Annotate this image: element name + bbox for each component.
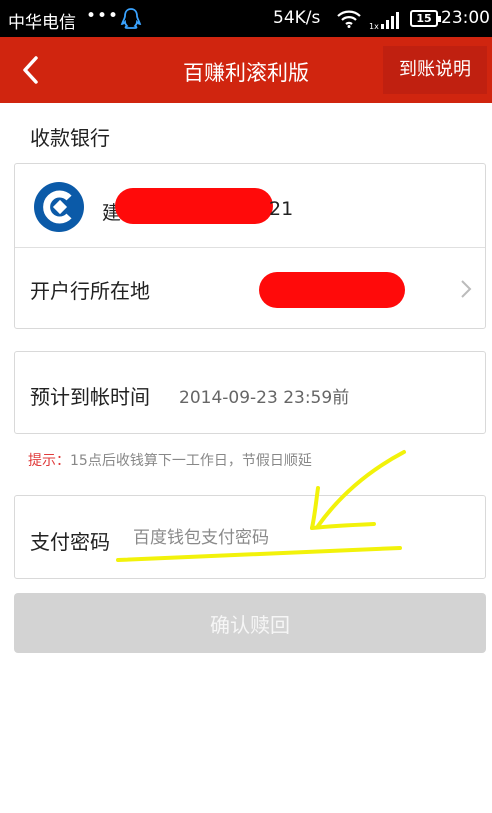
clock: 23:00 [441, 8, 490, 28]
redaction-mark [115, 188, 273, 224]
account-number-suffix: 21 [269, 198, 294, 220]
bank-account-row[interactable]: 建 21 [15, 164, 485, 248]
arrival-time-value: 2014-09-23 23:59前 [179, 388, 350, 408]
svg-text:1x: 1x [369, 22, 379, 31]
chevron-right-icon [461, 280, 472, 298]
tip-prefix: 提示： [28, 453, 70, 469]
carrier-name: 中华电信 [8, 13, 76, 33]
bank-card: 建 21 开户行所在地 [14, 163, 486, 329]
arrival-time-card: 预计到帐时间 2014-09-23 23:59前 [14, 351, 486, 434]
arrival-time-label: 预计到帐时间 [30, 385, 150, 409]
redaction-mark [259, 272, 405, 308]
tip-body: 15点后收钱算下一工作日，节假日顺延 [70, 453, 312, 469]
payment-password-input[interactable] [133, 522, 463, 554]
nav-bar: 百赚利滚利版 到账说明 [0, 37, 492, 103]
more-notifications-indicator: ••• [86, 6, 120, 26]
payment-password-label: 支付密码 [30, 530, 110, 554]
status-bar: 中华电信 ••• 54K/s 1x 15 23:00 [0, 0, 492, 37]
arrival-info-button[interactable]: 到账说明 [383, 46, 487, 94]
bank-region-label: 开户行所在地 [30, 279, 150, 303]
payment-password-card: 支付密码 [14, 495, 486, 579]
signal-icon: 1x [369, 12, 399, 31]
ccb-logo-icon [34, 182, 84, 232]
qq-icon [120, 8, 142, 29]
battery-icon: 15 [410, 10, 441, 27]
tip-text: 提示：15点后收钱算下一工作日，节假日顺延 [28, 450, 312, 470]
network-speed: 54K/s [273, 8, 321, 28]
bank-region-row[interactable]: 开户行所在地 [15, 248, 485, 330]
confirm-redeem-button[interactable]: 确认赎回 [14, 593, 486, 653]
wifi-icon [337, 10, 361, 28]
receiving-bank-heading: 收款银行 [30, 126, 110, 150]
